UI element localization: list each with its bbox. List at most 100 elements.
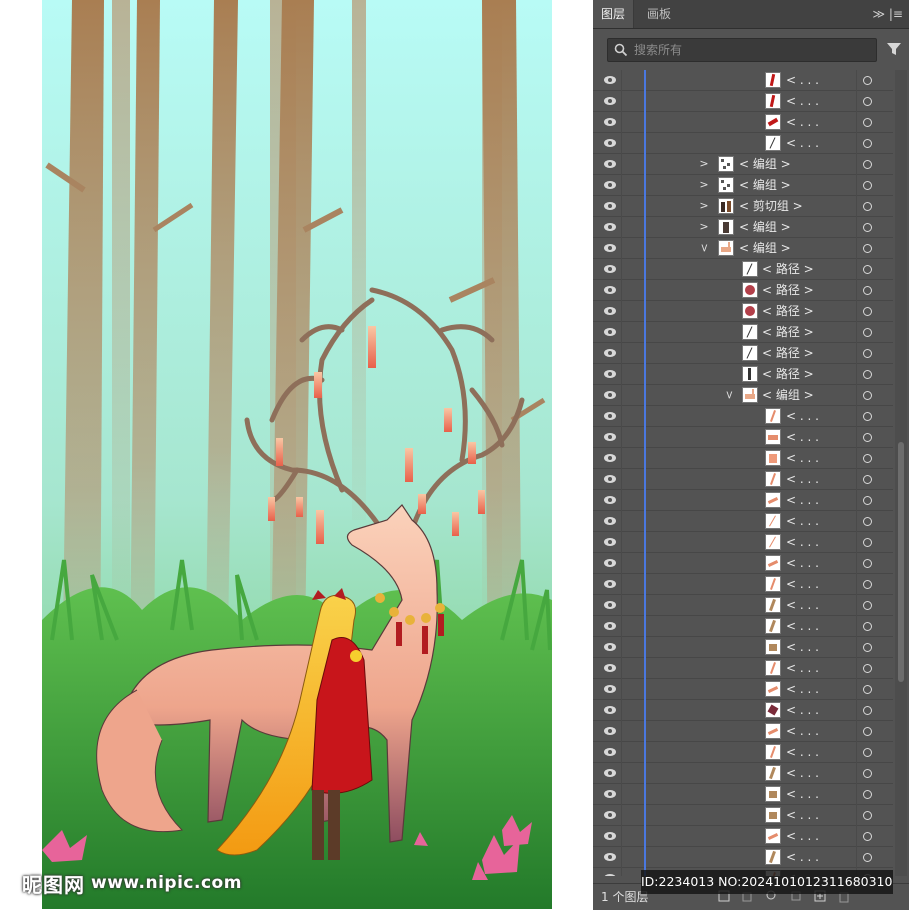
target-circle-icon[interactable] xyxy=(863,790,872,799)
chevron-right-icon[interactable]: > xyxy=(698,198,710,214)
visibility-eye-icon[interactable] xyxy=(603,768,617,778)
layer-row[interactable]: < . . . xyxy=(593,595,893,616)
visibility-eye-icon[interactable] xyxy=(603,852,617,862)
layer-row[interactable]: < . . . xyxy=(593,826,893,847)
target-circle-icon[interactable] xyxy=(863,538,872,547)
layer-row[interactable]: < . . . xyxy=(593,721,893,742)
layer-row[interactable]: < . . . xyxy=(593,700,893,721)
visibility-eye-icon[interactable] xyxy=(603,306,617,316)
layer-name[interactable]: < . . . xyxy=(786,511,819,532)
layer-row[interactable]: > < 编组 > xyxy=(593,154,893,175)
layer-row[interactable]: < . . . xyxy=(593,784,893,805)
target-circle-icon[interactable] xyxy=(863,349,872,358)
target-circle-icon[interactable] xyxy=(863,517,872,526)
visibility-eye-icon[interactable] xyxy=(603,600,617,610)
layer-name[interactable]: < . . . xyxy=(786,679,819,700)
layer-name[interactable]: < 编组 > xyxy=(739,217,791,238)
layer-name[interactable]: < . . . xyxy=(786,805,819,826)
target-circle-icon[interactable] xyxy=(863,286,872,295)
visibility-eye-icon[interactable] xyxy=(603,789,617,799)
visibility-eye-icon[interactable] xyxy=(603,810,617,820)
visibility-eye-icon[interactable] xyxy=(603,537,617,547)
visibility-eye-icon[interactable] xyxy=(603,264,617,274)
visibility-eye-icon[interactable] xyxy=(603,831,617,841)
layer-name[interactable]: < 编组 > xyxy=(739,238,791,259)
layer-name[interactable]: < . . . xyxy=(786,616,819,637)
visibility-eye-icon[interactable] xyxy=(603,747,617,757)
visibility-eye-icon[interactable] xyxy=(603,579,617,589)
layer-row[interactable]: < . . . xyxy=(593,112,893,133)
layer-row[interactable]: < . . . xyxy=(593,805,893,826)
visibility-eye-icon[interactable] xyxy=(603,453,617,463)
visibility-eye-icon[interactable] xyxy=(603,348,617,358)
target-circle-icon[interactable] xyxy=(863,622,872,631)
target-circle-icon[interactable] xyxy=(863,412,872,421)
layer-name[interactable]: < . . . xyxy=(786,700,819,721)
panel-menu-icon[interactable]: ≫ |≡ xyxy=(873,0,903,28)
visibility-eye-icon[interactable] xyxy=(603,201,617,211)
layer-row[interactable]: < . . . xyxy=(593,133,893,154)
layer-row[interactable]: < . . . xyxy=(593,448,893,469)
target-circle-icon[interactable] xyxy=(863,496,872,505)
visibility-eye-icon[interactable] xyxy=(603,75,617,85)
layer-row[interactable]: < . . . xyxy=(593,511,893,532)
layer-row[interactable]: < 路径 > xyxy=(593,343,893,364)
visibility-eye-icon[interactable] xyxy=(603,474,617,484)
layer-row[interactable]: < . . . xyxy=(593,742,893,763)
layer-row[interactable]: > < 编组 > xyxy=(593,238,893,259)
layer-name[interactable]: < 剪切组 > xyxy=(739,196,803,217)
target-circle-icon[interactable] xyxy=(863,265,872,274)
target-circle-icon[interactable] xyxy=(863,223,872,232)
target-circle-icon[interactable] xyxy=(863,244,872,253)
visibility-eye-icon[interactable] xyxy=(603,369,617,379)
layer-row[interactable]: > < 编组 > xyxy=(593,175,893,196)
target-circle-icon[interactable] xyxy=(863,202,872,211)
target-circle-icon[interactable] xyxy=(863,97,872,106)
visibility-eye-icon[interactable] xyxy=(603,411,617,421)
layer-row[interactable]: < 路径 > xyxy=(593,280,893,301)
layer-name[interactable]: < 编组 > xyxy=(739,175,791,196)
chevron-down-icon[interactable]: > xyxy=(696,242,712,254)
target-circle-icon[interactable] xyxy=(863,601,872,610)
visibility-eye-icon[interactable] xyxy=(603,516,617,526)
layer-name[interactable]: < . . . xyxy=(786,658,819,679)
layer-name[interactable]: < . . . xyxy=(786,847,819,868)
visibility-eye-icon[interactable] xyxy=(603,558,617,568)
target-circle-icon[interactable] xyxy=(863,139,872,148)
layer-row[interactable]: < 路径 > xyxy=(593,301,893,322)
layer-row[interactable]: < . . . xyxy=(593,658,893,679)
layer-name[interactable]: < . . . xyxy=(786,784,819,805)
chevron-right-icon[interactable]: > xyxy=(698,177,710,193)
visibility-eye-icon[interactable] xyxy=(603,495,617,505)
target-circle-icon[interactable] xyxy=(863,307,872,316)
layer-row[interactable]: > < 编组 > xyxy=(593,385,893,406)
layer-row[interactable]: < 路径 > xyxy=(593,322,893,343)
target-circle-icon[interactable] xyxy=(863,727,872,736)
layer-name[interactable]: < . . . xyxy=(786,742,819,763)
filter-icon[interactable] xyxy=(885,40,903,58)
layer-name[interactable]: < . . . xyxy=(786,532,819,553)
target-circle-icon[interactable] xyxy=(863,853,872,862)
layer-name[interactable]: < . . . xyxy=(786,553,819,574)
chevron-down-icon[interactable]: > xyxy=(721,389,737,401)
layer-name[interactable]: < . . . xyxy=(786,112,819,133)
visibility-eye-icon[interactable] xyxy=(603,180,617,190)
layer-list-scrollbar[interactable] xyxy=(895,70,907,876)
visibility-eye-icon[interactable] xyxy=(603,432,617,442)
target-circle-icon[interactable] xyxy=(863,433,872,442)
layer-row[interactable]: < . . . xyxy=(593,616,893,637)
visibility-eye-icon[interactable] xyxy=(603,285,617,295)
visibility-eye-icon[interactable] xyxy=(603,159,617,169)
layer-row[interactable]: < . . . xyxy=(593,70,893,91)
layer-row[interactable]: < 路径 > xyxy=(593,364,893,385)
layer-name[interactable]: < 编组 > xyxy=(762,385,814,406)
target-circle-icon[interactable] xyxy=(863,475,872,484)
layer-name[interactable]: < . . . xyxy=(786,721,819,742)
target-circle-icon[interactable] xyxy=(863,685,872,694)
layer-row[interactable]: < . . . xyxy=(593,553,893,574)
visibility-eye-icon[interactable] xyxy=(603,684,617,694)
layer-name[interactable]: < 路径 > xyxy=(762,364,814,385)
target-circle-icon[interactable] xyxy=(863,181,872,190)
visibility-eye-icon[interactable] xyxy=(603,873,617,876)
layer-name[interactable]: < . . . xyxy=(786,91,819,112)
